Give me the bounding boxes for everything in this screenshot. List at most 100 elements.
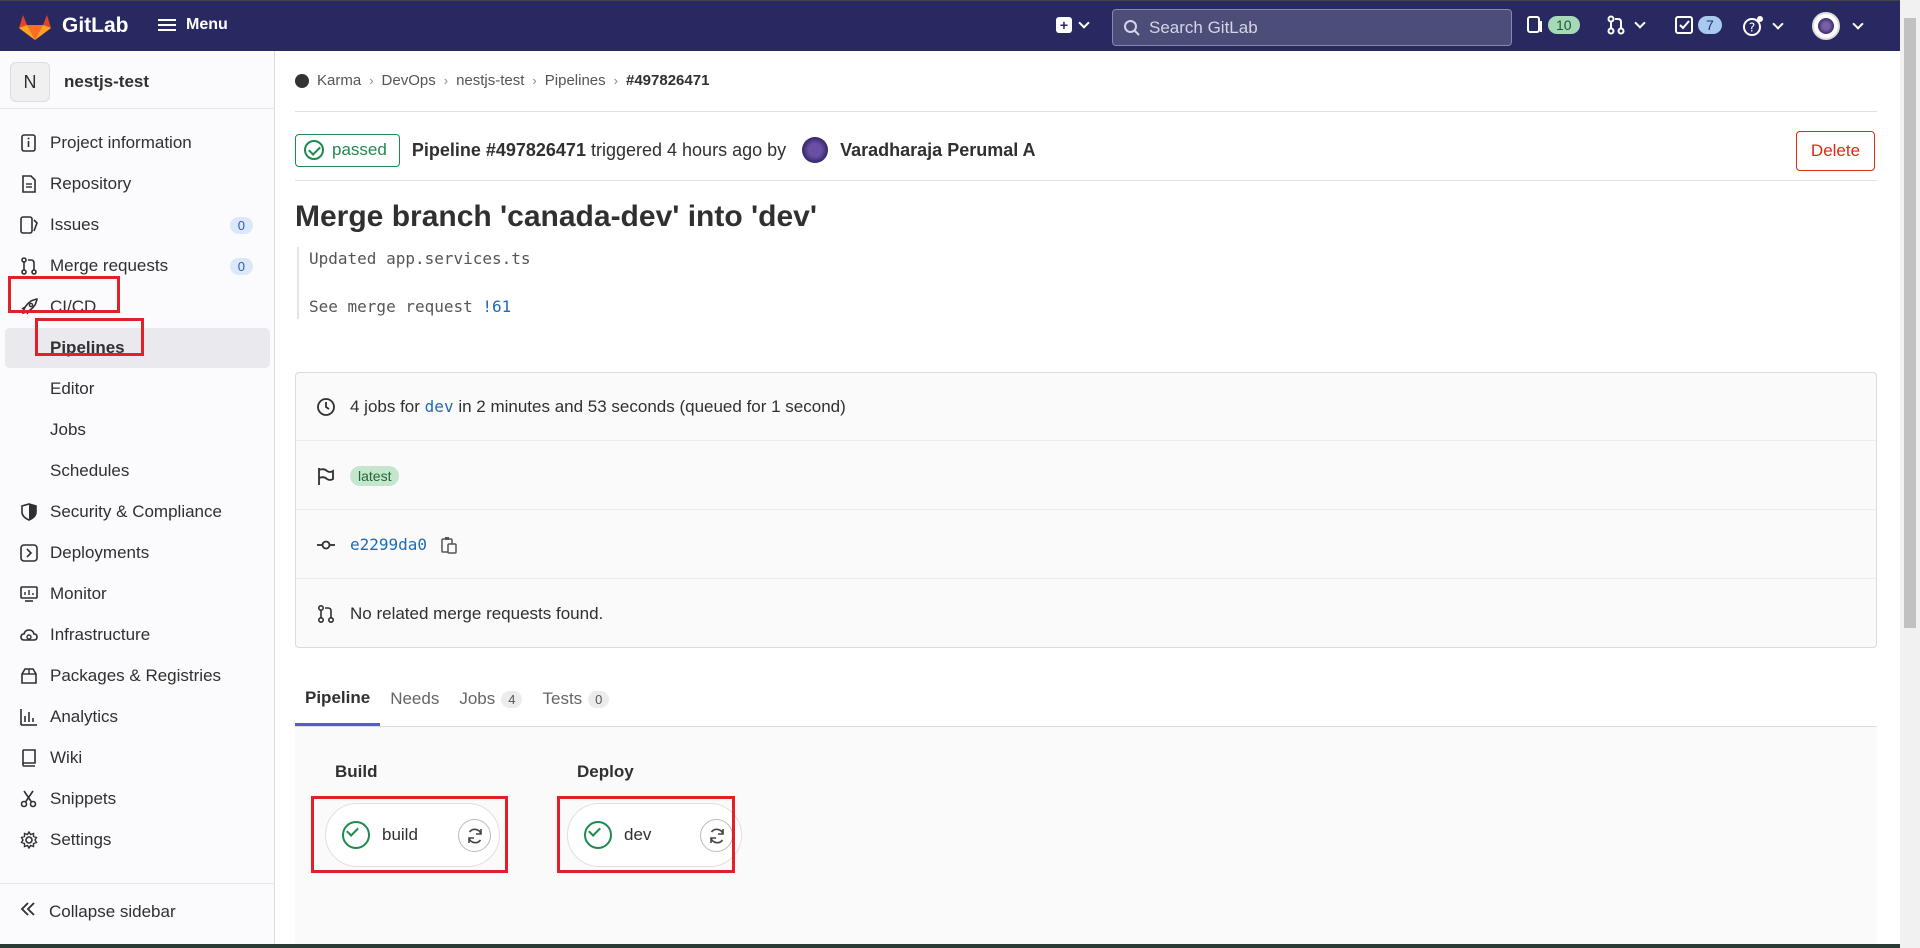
jobs-prefix: 4 jobs for: [350, 396, 420, 416]
sidebar-item-label: Project information: [50, 133, 192, 152]
branch-link[interactable]: dev: [425, 397, 454, 416]
sidebar-item-label: Snippets: [50, 789, 117, 808]
sidebar-item-infrastructure[interactable]: Infrastructure: [0, 615, 275, 655]
tab-label: Needs: [390, 689, 440, 708]
commit-description: Updated app.services.ts See merge reques…: [297, 247, 697, 319]
sidebar-item-label: Settings: [50, 830, 112, 849]
sidebar-item-label: Infrastructure: [50, 625, 151, 644]
jobs-summary: 4 jobs for dev in 2 minutes and 53 secon…: [350, 397, 846, 417]
pipeline-triggered-text: triggered 4 hours ago by: [590, 139, 787, 160]
project-header[interactable]: N nestjs-test: [10, 62, 149, 102]
issues-nav-button[interactable]: 10: [1526, 15, 1580, 35]
stage-title-deploy: Deploy: [577, 762, 634, 781]
help-icon: ?: [1743, 16, 1763, 36]
pipeline-info-panel: 4 jobs for dev in 2 minutes and 53 secon…: [295, 372, 1877, 648]
chart-icon: [19, 708, 38, 727]
merge-request-link[interactable]: !61: [482, 297, 511, 316]
tab-needs[interactable]: Needs: [380, 672, 449, 726]
merge-requests-row: No related merge requests found.: [296, 580, 1876, 648]
issues-icon: [19, 216, 38, 235]
sidebar-item-analytics[interactable]: Analytics: [0, 697, 275, 737]
brand-name[interactable]: GitLab: [62, 14, 129, 38]
scrollbar-thumb[interactable]: [1904, 18, 1916, 628]
sidebar-item-label: Issues: [50, 215, 100, 234]
status-label: passed: [332, 140, 387, 159]
highlight-box-build-job: [311, 796, 508, 873]
sidebar-item-schedules[interactable]: Schedules: [0, 451, 275, 491]
chevron-down-icon: [1634, 17, 1646, 29]
sidebar-item-security-compliance[interactable]: Security & Compliance: [0, 492, 275, 532]
sidebar-item-packages-registries[interactable]: Packages & Registries: [0, 656, 275, 696]
sidebar-item-label: Analytics: [50, 707, 119, 726]
book-icon: [19, 749, 38, 768]
merge-requests-nav-button[interactable]: [1606, 15, 1646, 35]
sidebar-item-label: Repository: [50, 174, 132, 193]
sidebar-item-deployments[interactable]: Deployments: [0, 533, 275, 573]
tab-jobs[interactable]: Jobs 4: [449, 672, 532, 726]
no-merge-requests-text: No related merge requests found.: [350, 604, 604, 623]
divider: [0, 108, 275, 109]
breadcrumb-item[interactable]: nestjs-test: [456, 72, 524, 89]
tab-count-badge: 0: [588, 690, 610, 708]
vertical-scrollbar[interactable]: [1900, 0, 1920, 948]
delete-button[interactable]: Delete: [1796, 131, 1875, 171]
merge-request-icon: [1607, 15, 1625, 35]
menu-label: Menu: [186, 16, 228, 33]
merge-request-icon: [19, 257, 38, 276]
todos-nav-button[interactable]: 7: [1674, 15, 1722, 35]
user-avatar[interactable]: [802, 137, 829, 163]
document-icon: [19, 175, 38, 194]
tab-tests[interactable]: Tests 0: [532, 672, 619, 726]
breadcrumb-item[interactable]: Karma: [317, 72, 361, 89]
sidebar-item-editor[interactable]: Editor: [0, 369, 275, 409]
sidebar-item-snippets[interactable]: Snippets: [0, 779, 275, 819]
tab-count-badge: 4: [501, 690, 523, 708]
commit-sha-link[interactable]: e2299da0: [350, 535, 427, 554]
sidebar-item-monitor[interactable]: Monitor: [0, 574, 275, 614]
check-circle-icon: [304, 140, 324, 160]
breadcrumb-item[interactable]: DevOps: [382, 72, 436, 89]
new-dropdown-button[interactable]: +: [1056, 17, 1090, 33]
tags-row: latest: [296, 442, 1876, 510]
cloud-gear-icon: [19, 626, 38, 645]
collapse-sidebar-button[interactable]: Collapse sidebar: [19, 901, 176, 922]
copy-icon[interactable]: [441, 536, 457, 554]
sidebar-item-project-information[interactable]: Project information: [0, 123, 275, 163]
breadcrumb-current[interactable]: #497826471: [626, 72, 709, 89]
tab-pipeline[interactable]: Pipeline: [295, 672, 381, 726]
menu-button[interactable]: Menu: [158, 16, 228, 34]
sidebar-item-label: Wiki: [50, 748, 83, 767]
clock-icon: [317, 397, 335, 416]
group-avatar: [295, 73, 309, 88]
top-navbar: GitLab Menu + Search GitLab 10 7 ?: [0, 0, 1900, 51]
plus-icon: +: [1056, 17, 1072, 33]
search-placeholder: Search GitLab: [1149, 17, 1258, 37]
status-badge[interactable]: passed: [295, 133, 400, 167]
commit-desc-line: Updated app.services.ts: [309, 249, 531, 268]
divider: [0, 883, 275, 884]
sidebar-item-settings[interactable]: Settings: [0, 820, 275, 860]
sidebar-item-repository[interactable]: Repository: [0, 164, 275, 204]
sidebar-item-label: Jobs: [50, 420, 86, 439]
merge-request-icon: [317, 604, 335, 624]
breadcrumb-item[interactable]: Pipelines: [545, 72, 606, 89]
sidebar-item-jobs[interactable]: Jobs: [0, 410, 275, 450]
latest-badge: latest: [350, 465, 400, 486]
search-input[interactable]: Search GitLab: [1112, 9, 1512, 46]
flag-icon: [318, 467, 334, 485]
hamburger-icon: [158, 18, 176, 32]
commit-icon: [317, 540, 335, 549]
gitlab-logo-icon[interactable]: [18, 13, 52, 41]
commit-desc-prefix: See merge request: [309, 297, 473, 316]
chevron-right-icon: ›: [369, 73, 374, 88]
help-nav-button[interactable]: ?: [1742, 15, 1784, 37]
sidebar-item-wiki[interactable]: Wiki: [0, 738, 275, 778]
user-name-link[interactable]: Varadharaja Perumal A: [840, 140, 1035, 161]
chevron-right-icon: ›: [443, 73, 449, 88]
project-avatar: N: [10, 62, 50, 102]
pipeline-graph: Build build Deploy dev: [295, 727, 1877, 948]
issues-count-badge: 10: [1548, 16, 1580, 34]
sidebar-item-label: Deployments: [50, 543, 150, 562]
user-menu-button[interactable]: [1812, 12, 1864, 40]
sidebar-item-issues[interactable]: Issues 0: [0, 205, 275, 245]
